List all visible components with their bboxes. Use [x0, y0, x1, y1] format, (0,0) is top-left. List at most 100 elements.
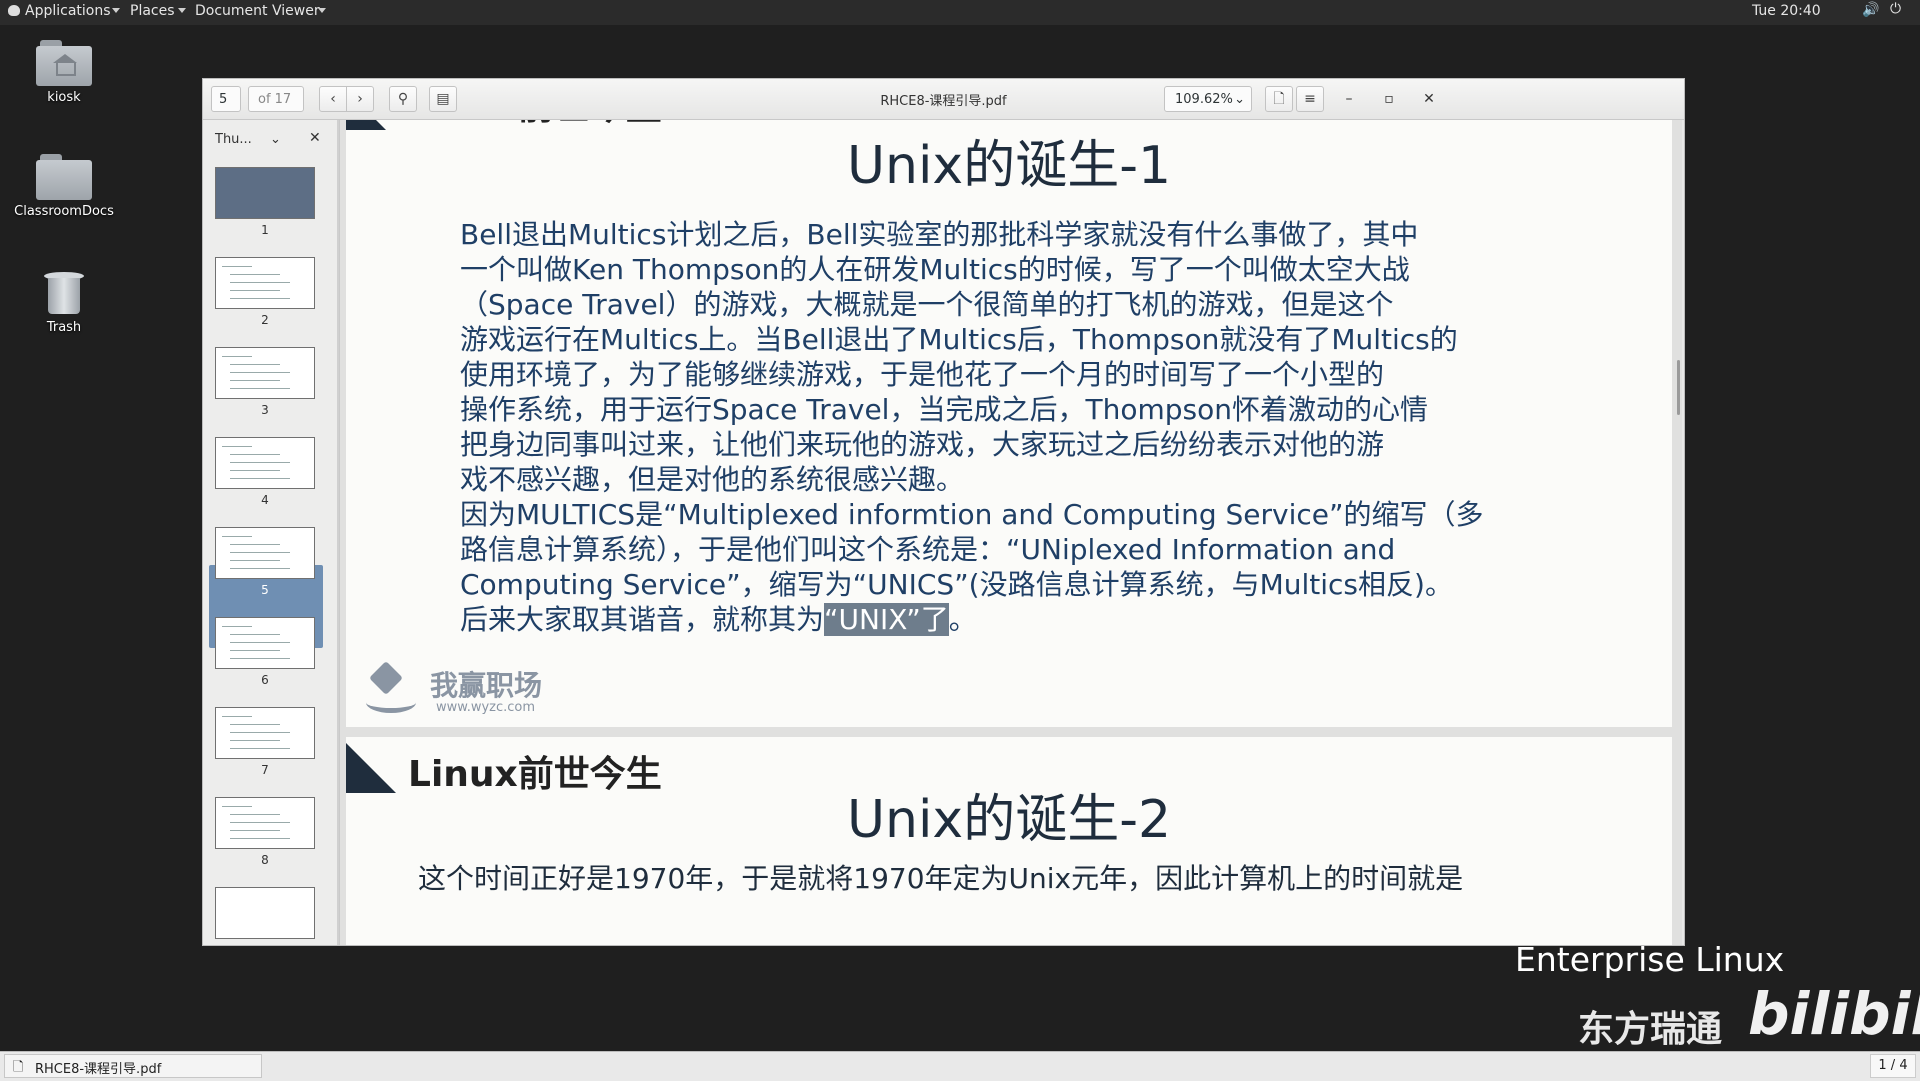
zoom-value: 109.62%	[1175, 92, 1233, 107]
trash-icon	[44, 270, 84, 316]
thumbnail-page-number: 4	[261, 493, 269, 507]
thumbnail-text-line	[230, 298, 290, 299]
taskbar: 🗋 RHCE8-课程引导.pdf 1 / 4	[0, 1051, 1920, 1081]
thumbnail-page-number: 8	[261, 853, 269, 867]
applications-menu[interactable]: Applications	[8, 3, 111, 19]
chevron-down-icon: ⌄	[269, 132, 281, 147]
thumbnail-text-line	[230, 650, 280, 651]
thumbnail-text-line	[230, 462, 290, 463]
volume-icon[interactable]: 🔊	[1862, 2, 1879, 18]
desktop-icon-classroomdocs[interactable]: ClassroomDocs	[9, 154, 119, 219]
places-dropdown-icon	[178, 8, 186, 13]
home-folder-icon	[36, 40, 92, 86]
thumbnail-page-number: 3	[261, 403, 269, 417]
desktop-icon-label: kiosk	[47, 90, 81, 105]
body-line: 戏不感兴趣，但是对他的系统很感兴趣。	[460, 463, 965, 496]
thumbnail-text-line	[230, 724, 280, 725]
close-icon: ✕	[1423, 91, 1435, 107]
thumbnail-text-line	[222, 716, 252, 717]
logo-url: www.wyzc.com	[436, 700, 536, 715]
thumbnail-text-line	[222, 266, 252, 267]
zoom-select[interactable]: 109.62% ⌄	[1164, 86, 1252, 112]
thumbnail-text-line	[230, 568, 290, 569]
thumbnail-text-line	[230, 732, 290, 733]
app-dropdown-icon	[318, 8, 326, 13]
thumbnail-sidebar: Thu... ⌄ ✕ 1 2 3 4 5 6 7 8	[203, 120, 340, 945]
thumbnail-text-line	[230, 470, 280, 471]
page-thumbnail[interactable]	[215, 167, 315, 219]
foot-icon	[8, 5, 20, 16]
watermark-line1: Enterprise Linux	[1515, 940, 1785, 979]
page-thumbnail[interactable]	[215, 707, 315, 759]
body-line: 这个时间正好是1970年，于是就将1970年定为Unix元年，因此计算机上的时间…	[418, 862, 1464, 895]
folder-icon	[36, 154, 92, 200]
thumbnail-text-line	[230, 388, 290, 389]
minimize-button[interactable]: –	[1336, 87, 1362, 111]
desktop-icon-label: Trash	[46, 320, 82, 335]
slide-body: Bell退出Multics计划之后，Bell实验室的那批科学家就没有什么事做了，…	[460, 217, 1484, 637]
body-text: 。	[948, 603, 977, 636]
clock[interactable]: Tue 20:40	[1752, 3, 1821, 19]
thumbnail-text-line	[230, 544, 280, 545]
close-button[interactable]: ✕	[1416, 87, 1442, 111]
document-view[interactable]: Linux前世今生 Unix的诞生-1 Bell退出Multics计划之后，Be…	[340, 120, 1682, 945]
thumbnail-text-line	[230, 642, 290, 643]
applications-dropdown-icon	[112, 8, 120, 13]
thumbnail-text-line	[222, 356, 252, 357]
print-button[interactable]: 🗋	[1265, 86, 1293, 112]
workspace-indicator[interactable]: 1 / 4	[1870, 1054, 1916, 1078]
maximize-icon: ▫	[1384, 91, 1394, 107]
places-menu[interactable]: Places	[130, 3, 175, 19]
vertical-scrollbar[interactable]	[1677, 360, 1680, 415]
thumbnail-page-number: 6	[261, 673, 269, 687]
body-line: Computing Service”，缩写为“UNICS”(没路信息计算系统，与…	[460, 568, 1453, 601]
thumbnail-text-line	[230, 748, 290, 749]
body-line: 后来大家取其谐音，就称其为“UNIX”了。	[460, 602, 1484, 637]
thumbnail-text-line	[230, 658, 290, 659]
page-thumbnail[interactable]	[215, 257, 315, 309]
body-line: 游戏运行在Multics上。当Bell退出了Multics后，Thompson就…	[460, 323, 1458, 356]
thumbnail-text-line	[230, 838, 290, 839]
page-thumbnail[interactable]	[215, 527, 315, 579]
logo-mark-icon	[364, 661, 418, 716]
thumbnail-text-line	[230, 282, 290, 283]
page-thumbnail[interactable]	[215, 617, 315, 669]
taskbar-window-label: RHCE8-课程引导.pdf	[35, 1062, 162, 1077]
power-icon[interactable]: ⏻	[1890, 1, 1901, 17]
page-thumbnail[interactable]	[215, 347, 315, 399]
thumbnail-text-line	[230, 814, 280, 815]
page-thumbnail[interactable]	[215, 887, 315, 939]
body-line: 路信息计算系统），于是他们叫这个系统是：“UNiplexed Informati…	[460, 533, 1396, 566]
body-line: 一个叫做Ken Thompson的人在研发Multics的时候，写了一个叫做太空…	[460, 253, 1410, 286]
maximize-button[interactable]: ▫	[1376, 87, 1402, 111]
header-bar: 5 of 17 ‹ › ⚲ ▤ RHCE8-课程引导.pdf 109.62% ⌄…	[203, 79, 1684, 120]
thumbnail-text-line	[230, 454, 280, 455]
slide-title: Unix的诞生-1	[846, 136, 1172, 196]
close-sidebar-icon[interactable]: ✕	[309, 130, 321, 146]
desktop-icon-label: ClassroomDocs	[14, 204, 114, 219]
body-line: Bell退出Multics计划之后，Bell实验室的那批科学家就没有什么事做了，…	[460, 218, 1419, 251]
workspace-label: 1 / 4	[1878, 1058, 1908, 1073]
logo-text: 我赢职场	[430, 669, 543, 702]
taskbar-window-button[interactable]: 🗋 RHCE8-课程引导.pdf	[4, 1054, 262, 1078]
desktop-icon-trash[interactable]: Trash	[9, 270, 119, 335]
thumbnail-text-line	[222, 446, 252, 447]
menu-button[interactable]: ≡	[1296, 86, 1324, 112]
thumbnail-text-line	[230, 634, 280, 635]
thumbnail-text-line	[230, 380, 280, 381]
selected-text: “UNIX”了	[824, 603, 949, 636]
page-thumbnail[interactable]	[215, 797, 315, 849]
document-viewer-window: 5 of 17 ‹ › ⚲ ▤ RHCE8-课程引导.pdf 109.62% ⌄…	[202, 78, 1685, 946]
app-menu[interactable]: Document Viewer	[195, 3, 320, 19]
thumbnail-page-number: 7	[261, 763, 269, 777]
pdf-page: Linux前世今生 Unix的诞生-2 这个时间正好是1970年，于是就将197…	[346, 737, 1672, 945]
thumbnail-text-line	[230, 274, 280, 275]
thumbnail-page-number: 5	[261, 583, 269, 597]
thumbnail-text-line	[230, 560, 280, 561]
desktop-icon-kiosk[interactable]: kiosk	[9, 40, 119, 105]
top-bar: Applications Places Document Viewer Tue …	[0, 0, 1920, 25]
thumbnail-text-line	[230, 364, 280, 365]
page-thumbnail[interactable]	[215, 437, 315, 489]
sidebar-mode-select[interactable]: Thu... ⌄	[215, 132, 281, 147]
thumbnail-text-line	[230, 290, 280, 291]
